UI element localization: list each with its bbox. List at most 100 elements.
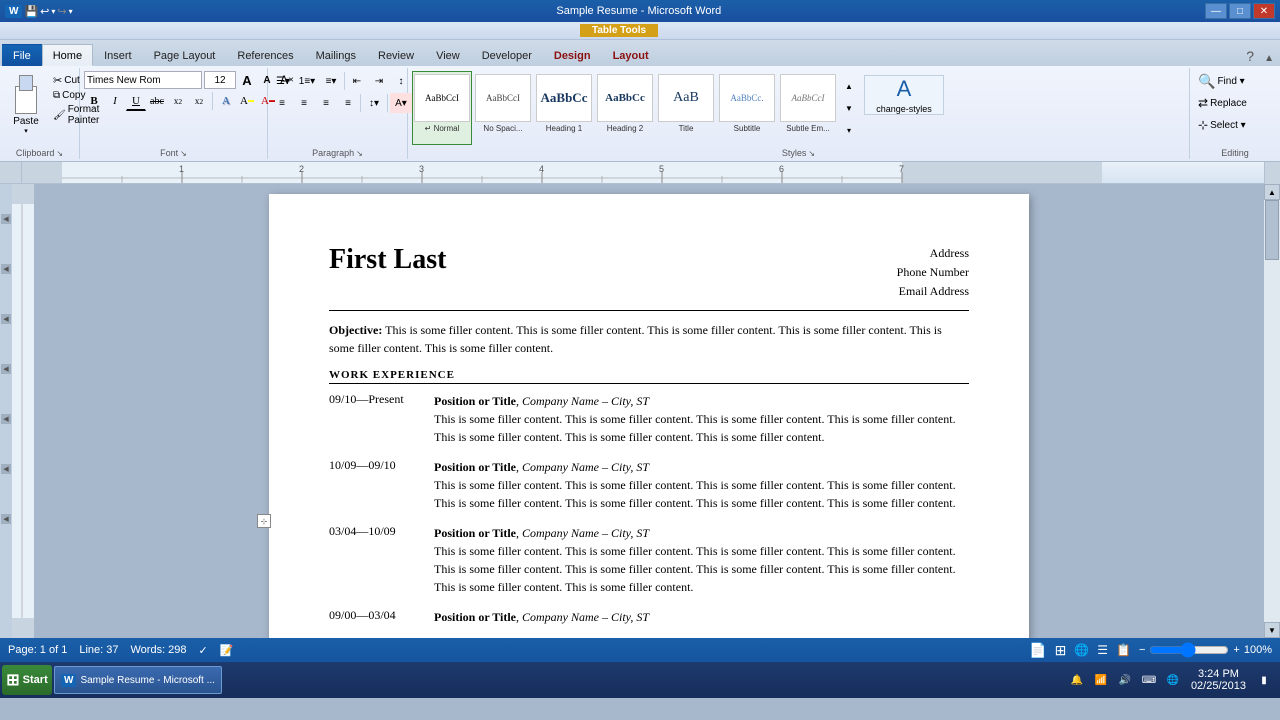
view-normal-icon[interactable]: 📄 (1029, 642, 1046, 659)
tray-icon-1[interactable]: 🔔 (1067, 670, 1087, 690)
scroll-thumb[interactable] (1265, 200, 1279, 260)
tray-icon-3[interactable]: 🔊 (1115, 670, 1135, 690)
style-subtitle[interactable]: AaBbCc. Subtitle (717, 71, 777, 145)
expand-arrow-4[interactable]: ◀ (1, 364, 11, 374)
view-fullscreen-icon[interactable]: ⊞ (1055, 642, 1067, 659)
align-right-button[interactable]: ≡ (316, 93, 336, 113)
increase-indent-button[interactable]: ⇥ (369, 71, 389, 91)
expand-arrow-6[interactable]: ◀ (1, 464, 11, 474)
view-draft-icon[interactable]: 📋 (1116, 643, 1131, 657)
para-divider3 (387, 94, 388, 112)
select-button[interactable]: ⊹ Select ▾ (1194, 115, 1264, 135)
decrease-indent-button[interactable]: ⇤ (347, 71, 367, 91)
table-move-handle[interactable]: ⊹ (257, 514, 271, 528)
font-expand-icon[interactable]: ↘ (180, 149, 187, 158)
bullets-button[interactable]: ☰▾ (272, 71, 294, 91)
tab-page-layout[interactable]: Page Layout (143, 44, 227, 66)
maximize-button[interactable]: □ (1229, 3, 1251, 19)
text-effects-button[interactable]: A (216, 91, 236, 111)
tab-layout[interactable]: Layout (602, 44, 660, 66)
style-title[interactable]: AaB Title (656, 71, 716, 145)
clipboard-expand-icon[interactable]: ↘ (56, 149, 63, 158)
font-name-input[interactable] (84, 71, 202, 89)
view-web-icon[interactable]: 🌐 (1074, 643, 1089, 657)
styles-expand-icon[interactable]: ↘ (808, 149, 815, 158)
styles-more-button[interactable]: ▾ (841, 119, 857, 141)
justify-button[interactable]: ≡ (338, 93, 358, 113)
company-3: , Company Name – City, ST (516, 526, 649, 540)
font-row-2: B I U abc x2 x2 A A▬ A▬ (84, 91, 278, 111)
show-desktop-button[interactable]: ▮ (1254, 670, 1274, 690)
proofing-icon[interactable]: ✓ (199, 644, 208, 657)
tab-mailings[interactable]: Mailings (305, 44, 367, 66)
start-button[interactable]: ⊞ Start (2, 665, 52, 695)
ribbon-help-icon[interactable]: ? (1240, 46, 1260, 66)
tab-design[interactable]: Design (543, 44, 602, 66)
tab-view[interactable]: View (425, 44, 471, 66)
ribbon-collapse-icon[interactable]: ▲ (1260, 51, 1278, 66)
tab-file[interactable]: File (2, 44, 42, 66)
multilevel-button[interactable]: ≡▾ (320, 71, 342, 91)
tray-icon-5[interactable]: 🌐 (1163, 670, 1183, 690)
paragraph-expand-icon[interactable]: ↘ (356, 149, 363, 158)
font-grow-button[interactable]: A (238, 71, 256, 89)
expand-arrow-1[interactable]: ◀ (1, 214, 11, 224)
expand-arrow-7[interactable]: ◀ (1, 514, 11, 524)
expand-arrow-2[interactable]: ◀ (1, 264, 11, 274)
minimize-button[interactable]: — (1205, 3, 1227, 19)
redo-icon[interactable]: ↪ (57, 5, 66, 18)
tray-icon-4[interactable]: ⌨ (1139, 670, 1159, 690)
job-body-2: This is some filler content. This is som… (434, 476, 969, 512)
tab-references[interactable]: References (226, 44, 304, 66)
expand-arrow-5[interactable]: ◀ (1, 414, 11, 424)
close-button[interactable]: ✕ (1253, 3, 1275, 19)
style-no-spacing[interactable]: AaBbCcI No Spaci... (473, 71, 533, 145)
quick-access-toolbar[interactable]: W 💾 ↩ ▾ ↪ ▾ (5, 5, 73, 18)
tray-icon-2[interactable]: 📶 (1091, 670, 1111, 690)
save-icon[interactable]: 💾 (24, 5, 38, 18)
align-left-button[interactable]: ≡ (272, 93, 292, 113)
ruler-corner[interactable] (0, 162, 22, 184)
word-taskbar-button[interactable]: W Sample Resume - Microsoft ... (54, 666, 222, 694)
undo-icon[interactable]: ↩ (40, 5, 49, 18)
italic-button[interactable]: I (105, 91, 125, 111)
subscript-button[interactable]: x2 (168, 91, 188, 111)
numbering-button[interactable]: 1≡▾ (296, 71, 318, 91)
zoom-in-button[interactable]: + (1233, 644, 1239, 656)
track-changes-icon[interactable]: 📝 (220, 644, 234, 657)
tab-insert[interactable]: Insert (93, 44, 143, 66)
editing-group: 🔍 Find ▾ ⇄ Replace ⊹ Select ▾ Editing (1190, 68, 1280, 159)
styles-scroll-down[interactable]: ▼ (841, 97, 857, 119)
paste-dropdown-icon[interactable]: ▾ (24, 127, 28, 135)
document-area[interactable]: ⊹ First Last Address Phone Number Email … (34, 184, 1264, 638)
tab-review[interactable]: Review (367, 44, 425, 66)
font-size-input[interactable] (204, 71, 236, 89)
scroll-down-button[interactable]: ▼ (1264, 622, 1280, 638)
scroll-up-button[interactable]: ▲ (1264, 184, 1280, 200)
underline-button[interactable]: U (126, 91, 146, 111)
undo-dropdown[interactable]: ▾ (51, 7, 55, 16)
style-heading2[interactable]: AaBbCc Heading 2 (595, 71, 655, 145)
tab-developer[interactable]: Developer (471, 44, 543, 66)
zoom-out-button[interactable]: − (1139, 644, 1145, 656)
text-highlight-button[interactable]: A▬ (237, 91, 257, 111)
style-normal[interactable]: AaBbCcI ↵ Normal (412, 71, 472, 145)
replace-button[interactable]: ⇄ Replace (1194, 93, 1264, 113)
strikethrough-button[interactable]: abc (147, 91, 167, 111)
status-bar: Page: 1 of 1 Line: 37 Words: 298 ✓ 📝 📄 ⊞… (0, 638, 1280, 662)
style-heading1[interactable]: AaBbCc Heading 1 (534, 71, 594, 145)
align-center-button[interactable]: ≡ (294, 93, 314, 113)
styles-scroll-up[interactable]: ▲ (841, 75, 857, 97)
paste-button[interactable]: Paste ▾ (4, 71, 48, 139)
find-button[interactable]: 🔍 Find ▾ (1194, 71, 1264, 91)
zoom-slider[interactable] (1149, 642, 1229, 658)
scroll-track[interactable] (1264, 200, 1280, 622)
bold-button[interactable]: B (84, 91, 104, 111)
change-styles-button[interactable]: A change-styles (864, 75, 944, 115)
tab-home[interactable]: Home (42, 44, 93, 66)
expand-arrow-3[interactable]: ◀ (1, 314, 11, 324)
line-spacing-button[interactable]: ↕▾ (363, 93, 385, 113)
view-outline-icon[interactable]: ☰ (1097, 643, 1108, 657)
superscript-button[interactable]: x2 (189, 91, 209, 111)
style-subtle-em[interactable]: AaBbCcI Subtle Em... (778, 71, 838, 145)
